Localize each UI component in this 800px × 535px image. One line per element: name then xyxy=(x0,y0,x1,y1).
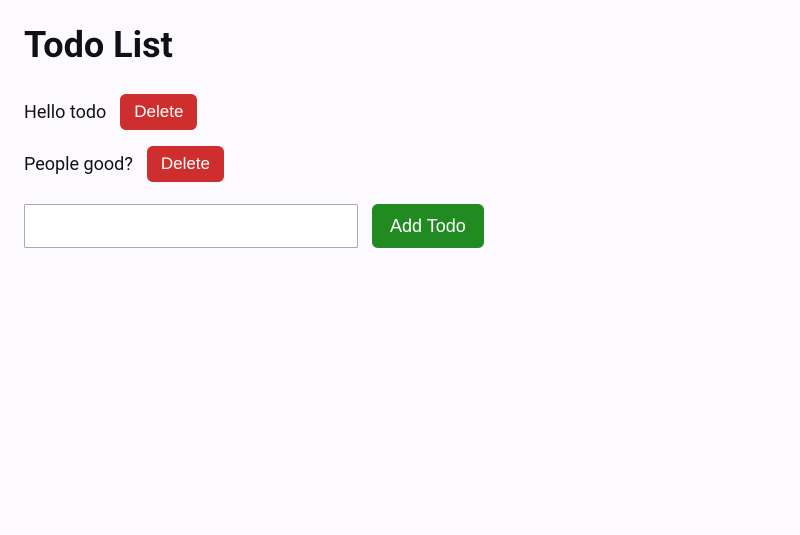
page-title: Todo List xyxy=(24,24,776,66)
new-todo-input[interactable] xyxy=(24,204,358,248)
add-todo-row: Add Todo xyxy=(24,204,776,248)
todo-item: Hello todo Delete xyxy=(24,94,776,130)
todo-list: Hello todo Delete People good? Delete xyxy=(24,94,776,182)
delete-button[interactable]: Delete xyxy=(120,94,197,130)
todo-text: People good? xyxy=(24,154,133,175)
add-todo-button[interactable]: Add Todo xyxy=(372,204,484,248)
todo-item: People good? Delete xyxy=(24,146,776,182)
todo-text: Hello todo xyxy=(24,102,106,123)
delete-button[interactable]: Delete xyxy=(147,146,224,182)
